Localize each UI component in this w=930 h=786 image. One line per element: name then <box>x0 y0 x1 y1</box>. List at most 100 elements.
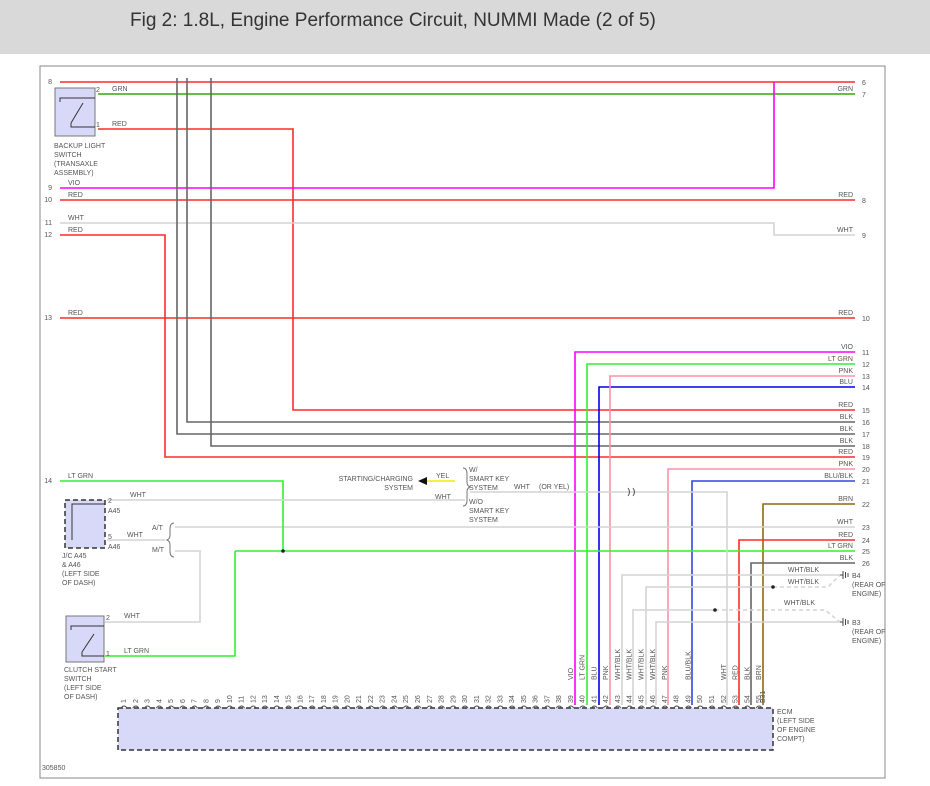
right-wire-number: 8 <box>862 198 866 205</box>
ground-label: ENGINE) <box>852 638 881 645</box>
backup-light-switch <box>54 87 96 137</box>
right-wire-number: 13 <box>862 374 870 381</box>
right-wire-label: BRN <box>838 496 853 503</box>
option-label: SMART KEY <box>469 476 510 483</box>
splice-dot <box>771 585 775 589</box>
right-wire-label: RED <box>838 402 853 409</box>
right-wire-label: WHT <box>837 227 854 234</box>
pin-number: 1 <box>96 122 100 129</box>
right-wire-number: 22 <box>862 502 870 509</box>
ecm-name: ECM <box>777 709 793 716</box>
right-wire-label: PNK <box>839 461 854 468</box>
right-wire-number: 24 <box>862 538 870 545</box>
wire-red-12 <box>60 234 855 458</box>
destination-label: SYSTEM <box>384 485 413 492</box>
ecm-pin-number: 37 <box>544 695 551 703</box>
left-wire-number: 14 <box>44 478 52 485</box>
ecm-pin-number: 11 <box>239 696 246 703</box>
right-wire-label: BLK <box>840 426 854 433</box>
left-wire-number: 9 <box>48 185 52 192</box>
ground-label: ENGINE) <box>852 591 881 598</box>
left-wire-label: RED <box>68 310 83 317</box>
label-mt: M/T <box>152 547 165 554</box>
label-at: A/T <box>152 525 164 532</box>
wire-label: YEL <box>436 473 449 480</box>
option-label: SMART KEY <box>469 508 510 515</box>
right-wire-label: PNK <box>839 368 854 375</box>
wire-label: WHT <box>124 613 141 620</box>
right-wire-number: 17 <box>862 432 870 439</box>
wire-whtblk-ecm46 <box>655 621 840 705</box>
left-wire-number: 11 <box>45 220 52 227</box>
pin-number: 1 <box>106 651 110 658</box>
right-wire-number: 11 <box>862 350 869 357</box>
wire-label: (OR YEL) <box>539 484 569 491</box>
left-wire-label: RED <box>68 227 83 234</box>
ecm-wire-label: LT GRN <box>580 655 587 680</box>
ecm-wire-label: WHT/BLK <box>615 649 622 680</box>
component-name: J/C A45 <box>62 553 87 560</box>
ecm-pin-number: 9 <box>215 699 222 703</box>
ecm-pin-number: 10 <box>227 695 234 703</box>
option-label: W/O <box>469 499 484 506</box>
wire-vio-9 <box>60 82 775 189</box>
ecm-wire-label: VIO <box>568 667 575 680</box>
ecm-wire-label: RED <box>733 665 740 680</box>
right-wire-label: WHT <box>837 519 854 526</box>
right-wire-label: LT GRN <box>828 543 853 550</box>
ecm-pin-number: 24 <box>391 695 398 703</box>
brace-icon <box>165 522 175 558</box>
ecm-pin-number: 12 <box>250 695 257 703</box>
component-name: OF DASH) <box>62 580 95 587</box>
ecm-pin-number: 35 <box>521 695 528 703</box>
ecm-pin-number: 3 <box>145 699 152 703</box>
ecm-name: OF ENGINE <box>777 727 816 734</box>
left-wire-label: WHT <box>68 215 85 222</box>
ecm-pin-number: 41 <box>591 695 598 703</box>
wire-label: WHT <box>127 532 144 539</box>
left-wire-number: 10 <box>44 197 52 204</box>
ecm-connector-id: B31 <box>760 690 767 703</box>
wire-ltgrn-clutch <box>105 551 236 657</box>
ecm-pin-number: 4 <box>156 699 163 703</box>
ecm-wire-label: WHT <box>721 663 728 680</box>
ecm-pin-number: 8 <box>203 699 210 703</box>
component-name: CLUTCH START <box>64 667 117 674</box>
ecm-pin-number: 1 <box>121 699 128 703</box>
ecm-pin-number: 20 <box>344 695 351 703</box>
ecm-wire-label: BLU/BLK <box>685 651 692 680</box>
ecm-pin-number: 28 <box>439 695 446 703</box>
ecm-pin-number: 13 <box>262 695 269 703</box>
wire-label: WHT/BLK <box>788 567 819 574</box>
ecm-wire-label: WHT/BLK <box>627 649 634 680</box>
ecm-pin-number: 23 <box>380 695 387 703</box>
ecm-pin-number: 47 <box>662 695 669 703</box>
ground-icon <box>840 571 849 579</box>
right-wire-number: 9 <box>862 233 866 240</box>
ecm-pin-number: 39 <box>568 695 575 703</box>
ecm-wire-label: BRN <box>756 665 763 680</box>
wire-label: WHT <box>435 494 452 501</box>
ecm-pin-number: 5 <box>168 699 175 703</box>
option-label: W/ <box>469 467 478 474</box>
right-wire-label: GRN <box>837 86 853 93</box>
right-wire-label: RED <box>838 532 853 539</box>
pin-number: 5 <box>108 534 112 541</box>
wires <box>54 78 855 705</box>
connector-id: A45 <box>108 508 121 515</box>
right-wire-label: BLK <box>840 414 854 421</box>
ecm-pin-number: 36 <box>533 695 540 703</box>
clutch-start-switch <box>65 615 105 663</box>
left-wire-label: VIO <box>68 180 81 187</box>
ecm-pin-number: 34 <box>509 695 516 703</box>
ecm-pin-number: 48 <box>674 695 681 703</box>
ecm-pin-number: 42 <box>603 695 610 703</box>
component-name: SWITCH <box>64 676 92 683</box>
ecm-pin-number: 21 <box>356 695 363 703</box>
wire-wht-11 <box>60 222 855 236</box>
ecm-pin-number: 26 <box>415 695 422 703</box>
ecm-pin-number: 31 <box>474 695 481 703</box>
left-wire-label: RED <box>68 192 83 199</box>
component-name: ASSEMBLY) <box>54 170 94 177</box>
ecm-wire-label: WHT/BLK <box>638 649 645 680</box>
